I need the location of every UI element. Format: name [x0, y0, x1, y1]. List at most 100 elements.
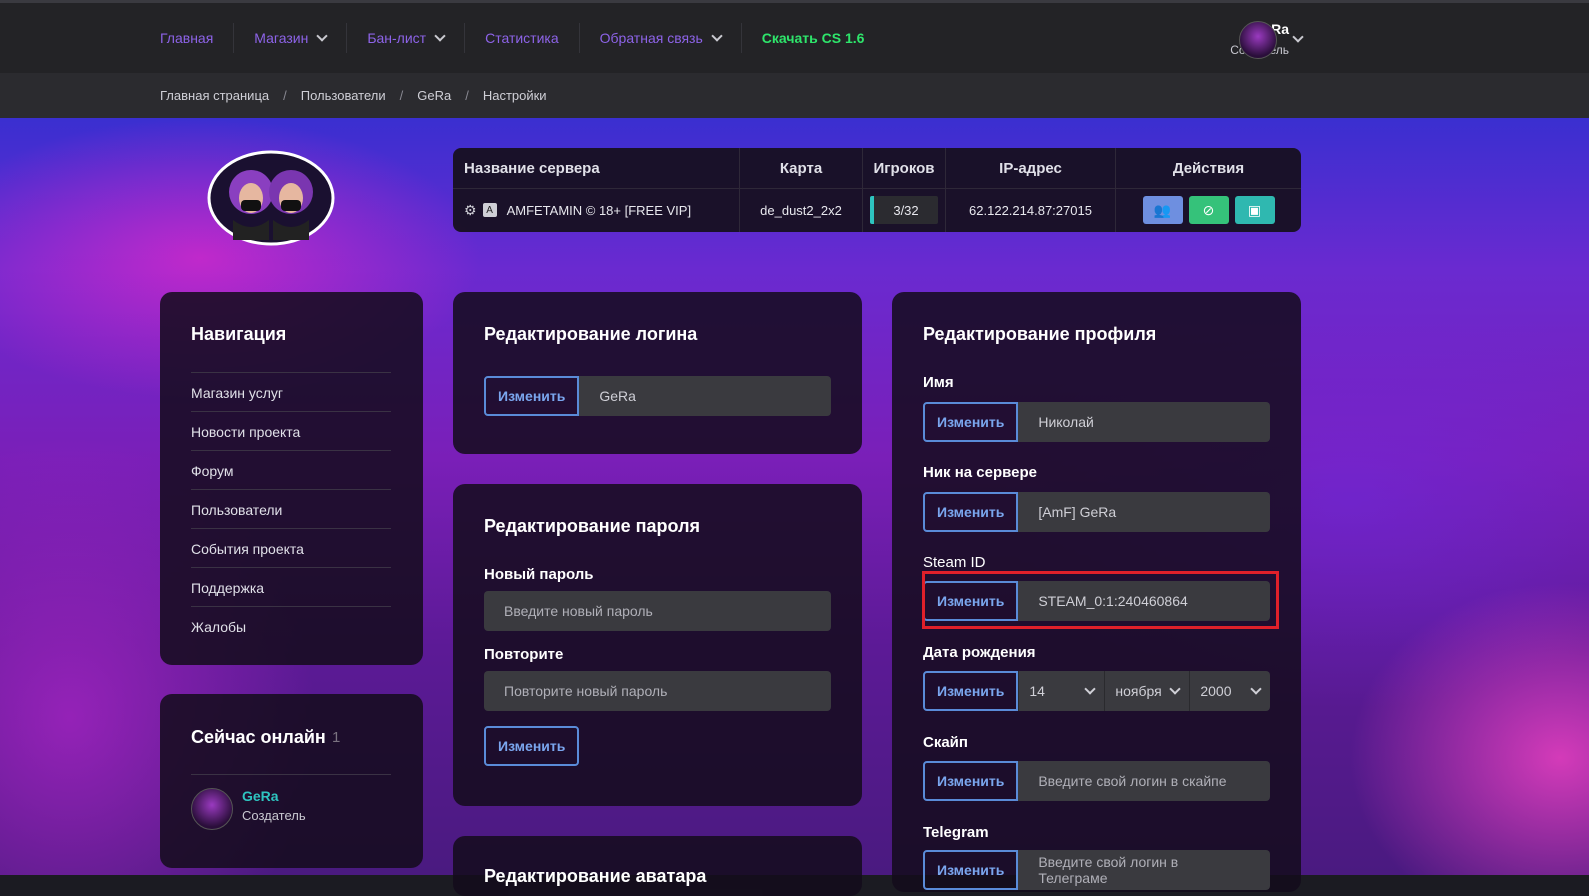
new-password-label: Новый пароль: [484, 566, 594, 583]
change-name-button[interactable]: Изменить: [923, 402, 1019, 442]
server-name-cell: ⚙ A AMFETAMIN © 18+ [FREE VIP]: [453, 188, 740, 232]
change-login-button[interactable]: Изменить: [484, 376, 580, 416]
skype-field[interactable]: Введите свой логин в скайпе: [1018, 761, 1270, 801]
server-name: AMFETAMIN © 18+ [FREE VIP]: [506, 202, 692, 218]
nav-stats-link[interactable]: Статистика: [464, 23, 579, 53]
server-table: Название сервера Карта Игроков IP-адрес …: [453, 148, 1301, 232]
breadcrumb-separator: /: [399, 88, 404, 103]
avatar[interactable]: [191, 788, 233, 830]
birthdate-label: Дата рождения: [923, 644, 1036, 661]
nav-list-item[interactable]: Пользователи: [191, 489, 391, 528]
nick-label: Ник на сервере: [923, 464, 1038, 481]
avatar-edit-card: Редактирование аватара: [453, 836, 862, 896]
name-field[interactable]: Николай: [1018, 402, 1270, 442]
birth-year-select[interactable]: 2000: [1189, 671, 1270, 711]
chevron-down-icon: [1084, 683, 1097, 695]
birthdate-input-group: Изменить 14 ноября 2000: [923, 671, 1270, 711]
breadcrumb-user[interactable]: GeRa: [417, 88, 451, 103]
amfetamin-logo: [207, 150, 335, 246]
chevron-down-icon[interactable]: [1292, 31, 1304, 43]
nav-banlist-label: Бан-лист: [367, 30, 427, 46]
column-header: Карта: [740, 148, 863, 188]
change-telegram-button[interactable]: Изменить: [923, 850, 1019, 890]
nav-list-item[interactable]: Поддержка: [191, 567, 391, 606]
new-password-group: Введите новый пароль: [484, 591, 831, 631]
password-card-title: Редактирование пароля: [484, 516, 701, 536]
change-password-button[interactable]: Изменить: [484, 726, 580, 766]
column-header: Название сервера: [453, 148, 740, 188]
nav-download-link[interactable]: Скачать CS 1.6: [740, 23, 885, 53]
online-title: Сейчас онлайн: [191, 727, 326, 747]
chevron-down-icon: [434, 30, 446, 42]
telegram-label: Telegram: [923, 824, 989, 841]
repeat-password-field[interactable]: Повторите новый пароль: [484, 671, 831, 711]
server-map: de_dust2_2x2: [740, 188, 863, 232]
nav-feedback-label: Обратная связь: [599, 30, 703, 46]
calendar-check-icon: ▣: [1247, 201, 1262, 218]
chevron-down-icon: [1169, 683, 1182, 695]
password-edit-card: Редактирование пароля Новый пароль Введи…: [453, 484, 862, 806]
new-password-field[interactable]: Введите новый пароль: [484, 591, 831, 631]
navigation-card: Навигация Магазин услуг Новости проекта …: [160, 292, 423, 665]
calendar-button[interactable]: ▣: [1234, 196, 1275, 224]
birth-day-value: 14: [1029, 683, 1045, 699]
breadcrumb-users[interactable]: Пользователи: [301, 88, 386, 103]
players-badge: 3/32: [870, 196, 938, 224]
main-nav: Главная Магазин Бан-лист Статистика Обра…: [160, 3, 884, 73]
server-ip[interactable]: 62.122.214.87:27015: [946, 188, 1116, 232]
column-header: IP-адрес: [946, 148, 1116, 188]
login-card-title: Редактирование логина: [484, 324, 698, 344]
top-navbar: Главная Магазин Бан-лист Статистика Обра…: [0, 0, 1589, 73]
chevron-down-icon: [316, 30, 328, 42]
nav-stats-label: Статистика: [485, 30, 559, 46]
chevron-down-icon: [1250, 683, 1262, 695]
bans-button[interactable]: ⊘: [1188, 196, 1229, 224]
server-players-cell: 3/32: [863, 188, 946, 232]
nav-shop-dropdown[interactable]: Магазин: [233, 23, 346, 53]
online-count: 1: [332, 729, 341, 746]
nav-list-item[interactable]: Новости проекта: [191, 411, 391, 450]
server-table-header: Название сервера Карта Игроков IP-адрес …: [453, 148, 1301, 189]
steam-id-label: Steam ID: [923, 554, 986, 571]
login-field[interactable]: GeRa: [579, 376, 831, 416]
telegram-input-group: Изменить Введите свой логин в Телеграме: [923, 850, 1270, 890]
table-row[interactable]: ⚙ A AMFETAMIN © 18+ [FREE VIP] de_dust2_…: [453, 188, 1301, 232]
nav-list-item[interactable]: События проекта: [191, 528, 391, 567]
online-user-name[interactable]: GeRa: [242, 788, 279, 804]
nick-input-group: Изменить [AmF] GeRa: [923, 492, 1270, 532]
nav-list-item[interactable]: Форум: [191, 450, 391, 489]
nav-list-item[interactable]: Магазин услуг: [191, 372, 391, 411]
avatar-card-title: Редактирование аватара: [484, 866, 707, 886]
breadcrumb-separator: /: [465, 88, 469, 103]
nav-download-label: Скачать CS 1.6: [761, 30, 865, 46]
change-skype-button[interactable]: Изменить: [923, 761, 1019, 801]
navigation-title: Навигация: [191, 324, 287, 344]
nav-banlist-dropdown[interactable]: Бан-лист: [346, 23, 464, 53]
nav-home-label: Главная: [160, 30, 214, 46]
repeat-password-label: Повторите: [484, 646, 564, 663]
change-birthdate-button[interactable]: Изменить: [923, 671, 1019, 711]
users-icon: 👥: [1153, 201, 1172, 218]
name-label: Имя: [923, 374, 954, 391]
breadcrumb-separator: /: [283, 88, 287, 103]
telegram-field[interactable]: Введите свой логин в Телеграме: [1018, 850, 1270, 890]
online-card: Сейчас онлайн 1 GeRa Создатель: [160, 694, 423, 868]
chevron-down-icon: [711, 30, 723, 42]
avatar[interactable]: [1239, 21, 1277, 59]
gear-icon[interactable]: ⚙: [464, 202, 477, 219]
nav-home-link[interactable]: Главная: [160, 23, 233, 53]
nick-field[interactable]: [AmF] GeRa: [1018, 492, 1270, 532]
online-user-role: Создатель: [242, 808, 306, 823]
birth-month-select[interactable]: ноября: [1104, 671, 1190, 711]
nav-list-item[interactable]: Жалобы: [191, 606, 391, 645]
birth-month-value: ноября: [1115, 683, 1162, 699]
players-list-button[interactable]: 👥: [1142, 196, 1183, 224]
nav-feedback-dropdown[interactable]: Обратная связь: [578, 23, 741, 53]
breadcrumb-home[interactable]: Главная страница: [160, 88, 269, 103]
navigation-list: Магазин услуг Новости проекта Форум Поль…: [191, 372, 391, 645]
skype-input-group: Изменить Введите свой логин в скайпе: [923, 761, 1270, 801]
login-edit-card: Редактирование логина Изменить GeRa: [453, 292, 862, 454]
birth-day-select[interactable]: 14: [1018, 671, 1105, 711]
change-nick-button[interactable]: Изменить: [923, 492, 1019, 532]
nav-shop-label: Магазин: [254, 30, 309, 46]
